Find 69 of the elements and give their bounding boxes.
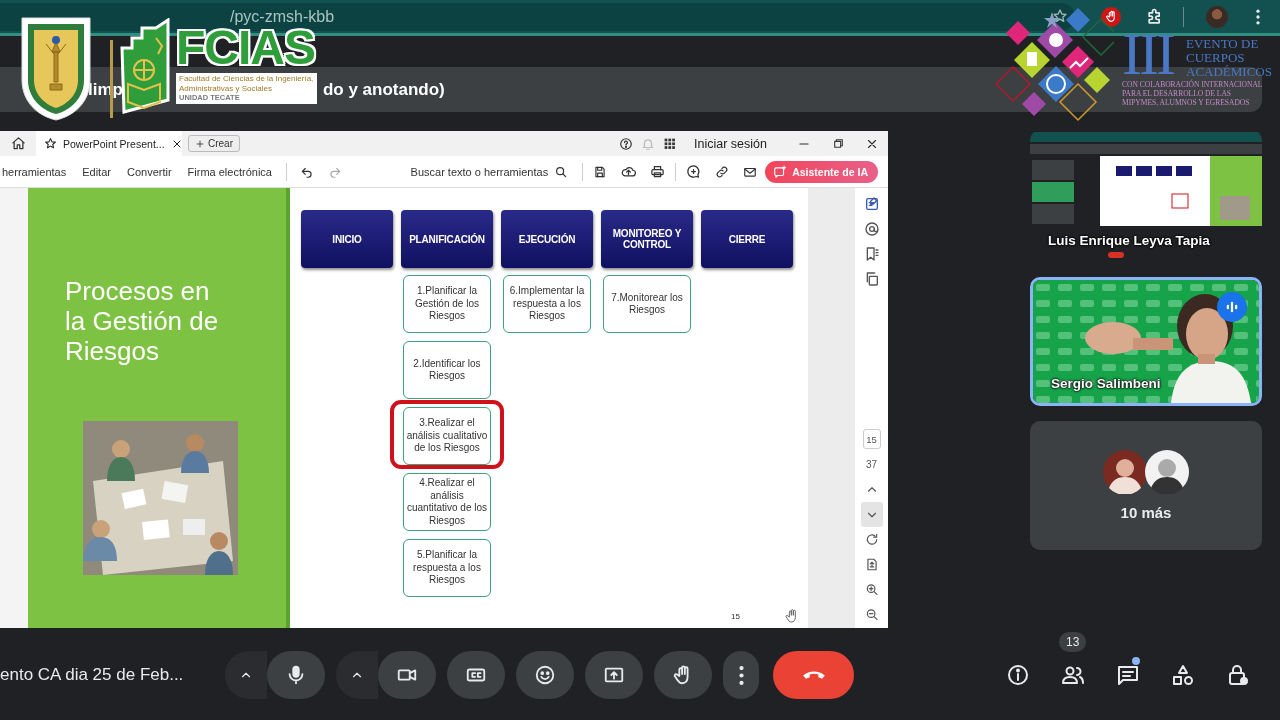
comment-icon[interactable] [686,164,702,179]
browser-tab[interactable]: PowerPoint Present... [36,131,182,156]
star-icon[interactable] [1052,7,1068,24]
process-step: 1.Planificar la Gestión de los Riesgos [403,275,491,333]
phase-header: CIERRE [701,210,793,268]
more-icon [738,665,744,685]
phase-header: EJECUCIÓN [501,210,593,268]
menu-item[interactable]: Editar [82,165,111,178]
phase-header: PLANIFICACIÓN [401,210,493,268]
new-tab-button[interactable]: Crear [188,135,240,152]
menu-item[interactable]: Convertir [126,165,172,178]
meeting-title: do y anotando) [322,79,445,100]
lock-icon [1226,663,1250,687]
present-button[interactable] [585,651,643,699]
home-icon[interactable] [11,136,26,151]
process-step: 4.Realizar el análisis cuantitativo de los Riesgos [403,473,491,531]
menu-item[interactable]: herramientas [2,165,67,178]
logo-subtitle: Facultad de Ciencias de la Ingeniería, [179,74,314,84]
info-icon [1006,663,1030,687]
chat-icon [1116,663,1140,687]
more-button[interactable] [723,651,759,699]
restore-icon[interactable] [832,137,845,150]
more-participants: 10 más [1120,504,1172,521]
page-field[interactable]: 15 [862,429,881,449]
process-step: 6.Implementar la respuesta a los Riesgos [503,275,591,333]
page-number: 15 [731,611,740,621]
process-step: 5.Planificar la respuesta a los Riesgos [403,539,491,597]
process-step: 2.Identificar los Riesgos [403,341,491,399]
search-field[interactable]: Buscar texto o herramientas [410,164,569,179]
help-icon[interactable] [619,136,634,151]
plus-icon [195,138,205,149]
participant-name: Sergio Salimbeni [1051,376,1161,391]
assistant-icon [773,164,788,179]
page-total: 37 [865,458,878,472]
shapes-icon [1171,663,1195,687]
logo-title: ACADÉMICOS [1186,65,1272,79]
raise-hand-button[interactable] [654,651,712,699]
avatar-icon [1103,450,1147,494]
at-sign-icon[interactable] [863,221,880,237]
camera-button[interactable] [378,651,436,699]
logo-subtitle: Administrativas y Sociales [179,83,273,93]
phase-header: MONITOREO Y CONTROL [601,210,693,268]
edit-document-icon[interactable] [863,196,880,212]
meeting-name: ento CA dia 25 de Feb... [0,665,185,685]
participant-name: Luis Enrique Leyva Tapia [1048,233,1210,248]
upload-icon[interactable] [621,164,637,179]
process-step: 7.Monitorear los Riesgos [603,275,691,333]
emoji-icon [534,664,556,686]
slide-title: Procesos en la Gestión de Riesgos [65,276,220,366]
apps-icon[interactable] [663,137,677,150]
captions-button[interactable] [447,651,505,699]
logo-title: CUERPOS [1186,51,1246,65]
star-icon [44,137,57,150]
save-icon[interactable] [593,164,608,179]
count-badge: 13 [1059,632,1087,652]
phase-header: INICIO [301,210,393,268]
hand-icon [1104,10,1118,23]
end-call-button[interactable] [773,651,854,699]
address-bar[interactable]: /pyc-zmsh-kbb [0,2,1075,31]
reactions-button[interactable] [516,651,574,699]
menu-item[interactable]: Firma electrónica [187,165,272,178]
avatar-icon [1145,450,1189,494]
print-icon[interactable] [650,164,666,179]
logo-title: EVENTO DE [1186,37,1260,51]
search-icon [554,164,569,179]
logo-numeral: III [1122,28,1173,80]
microphone-button[interactable] [267,651,325,699]
link-icon[interactable] [715,164,730,179]
sign-in-link[interactable]: Iniciar sesión [694,136,767,151]
